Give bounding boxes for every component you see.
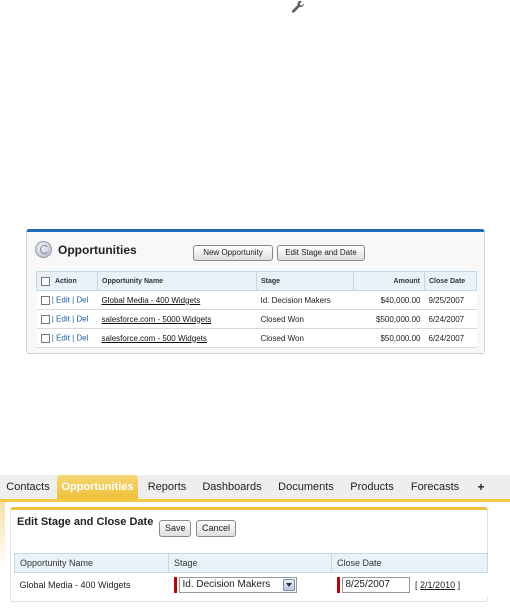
close-date-cell: 6/24/2007 [424,309,477,329]
table-header-row: Action Opportunity Name Stage Amount Clo… [36,271,477,291]
delete-link[interactable]: Del [76,334,88,343]
table-row: Global Media - 400 Widgets Id. Decision … [14,572,488,597]
tab-all-tabs-plus[interactable]: + [471,475,491,499]
related-list-title: Opportunities [58,243,137,257]
close-date-cell: 6/24/2007 [424,328,477,348]
action-cell: | Edit | Del [36,290,98,310]
tab-contacts[interactable]: Contacts [2,475,54,499]
stage-select[interactable]: Id. Decision Makers [178,577,297,593]
stage-cell: Closed Won [256,309,354,329]
column-header-stage[interactable]: Stage [256,271,354,291]
tab-forecasts[interactable]: Forecasts [403,475,467,499]
column-header-opportunity-name[interactable]: Opportunity Name [97,271,257,291]
dropdown-arrow-icon[interactable] [282,579,295,591]
action-column-label: Action [54,277,77,285]
save-button[interactable]: Save [159,520,191,537]
amount-cell: $40,000.00 [353,290,425,310]
amount-cell: $500,000.00 [353,309,425,329]
stage-select-value: Id. Decision Makers [182,579,271,590]
tab-documents[interactable]: Documents [270,475,342,499]
required-indicator: 8/25/2007 [336,577,410,593]
delete-link[interactable]: Del [76,296,88,305]
table-header-row: Opportunity Name Stage Close Date [14,553,488,573]
opportunities-icon [35,241,52,258]
table-row: | Edit | Del salesforce.com - 500 Widget… [36,328,477,348]
related-list-header: Opportunities New Opportunity Edit Stage… [33,240,478,261]
column-header-close-date: Close Date [331,553,488,573]
cancel-button[interactable]: Cancel [196,520,236,537]
stage-cell: Id. Decision Makers [168,572,332,597]
opportunities-table: Action Opportunity Name Stage Amount Clo… [36,271,477,348]
sidebar-edge [0,502,5,609]
tab-reports[interactable]: Reports [141,475,193,499]
row-checkbox[interactable] [40,295,50,305]
column-header-action: Action [36,271,98,291]
edit-link[interactable]: Edit [56,296,70,305]
row-checkbox[interactable] [40,333,50,343]
required-indicator: Id. Decision Makers [173,577,297,593]
column-header-opportunity-name: Opportunity Name [14,553,169,573]
opportunity-name-cell: Global Media - 400 Widgets [14,572,169,597]
mass-edit-title: Edit Stage and Close Date [17,516,154,528]
stage-cell: Closed Won [256,328,354,348]
table-row: | Edit | Del salesforce.com - 5000 Widge… [36,309,477,329]
delete-link[interactable]: Del [76,315,88,324]
close-date-cell: 8/25/2007 [ 2/1/2010 ] [331,572,488,597]
wrench-icon[interactable] [291,0,304,13]
edit-link[interactable]: Edit [56,315,70,324]
opportunities-related-list: Opportunities New Opportunity Edit Stage… [26,229,485,354]
edit-stage-and-date-button[interactable]: Edit Stage and Date [277,245,365,261]
select-all-checkbox[interactable] [41,276,50,286]
row-checkbox[interactable] [40,314,50,324]
column-header-close-date[interactable]: Close Date [424,271,477,291]
new-opportunity-button[interactable]: New Opportunity [193,245,273,261]
amount-cell: $50,000.00 [353,328,425,348]
opportunity-name-link[interactable]: salesforce.com - 500 Widgets [102,334,207,343]
stage-cell: Id. Decision Makers [256,290,354,310]
tab-opportunities[interactable]: Opportunities [57,475,138,499]
tab-bar: Contacts Opportunities Reports Dashboard… [0,475,510,502]
table-row: | Edit | Del Global Media - 400 Widgets … [36,290,477,310]
column-header-stage: Stage [168,553,332,573]
today-date-link-wrapper: [ 2/1/2010 ] [415,580,461,590]
close-date-cell: 9/25/2007 [424,290,477,310]
column-header-amount[interactable]: Amount [353,271,425,291]
action-cell: | Edit | Del [36,309,98,329]
mass-edit-table: Opportunity Name Stage Close Date Global… [14,553,488,597]
tab-dashboards[interactable]: Dashboards [197,475,267,499]
opportunity-name-link[interactable]: Global Media - 400 Widgets [102,296,201,305]
close-date-input[interactable]: 8/25/2007 [341,577,410,593]
action-cell: | Edit | Del [36,328,98,348]
tab-products[interactable]: Products [344,475,400,499]
edit-link[interactable]: Edit [56,334,70,343]
opportunity-name-link[interactable]: salesforce.com - 5000 Widgets [102,315,212,324]
today-date-link[interactable]: 2/1/2010 [420,580,455,590]
